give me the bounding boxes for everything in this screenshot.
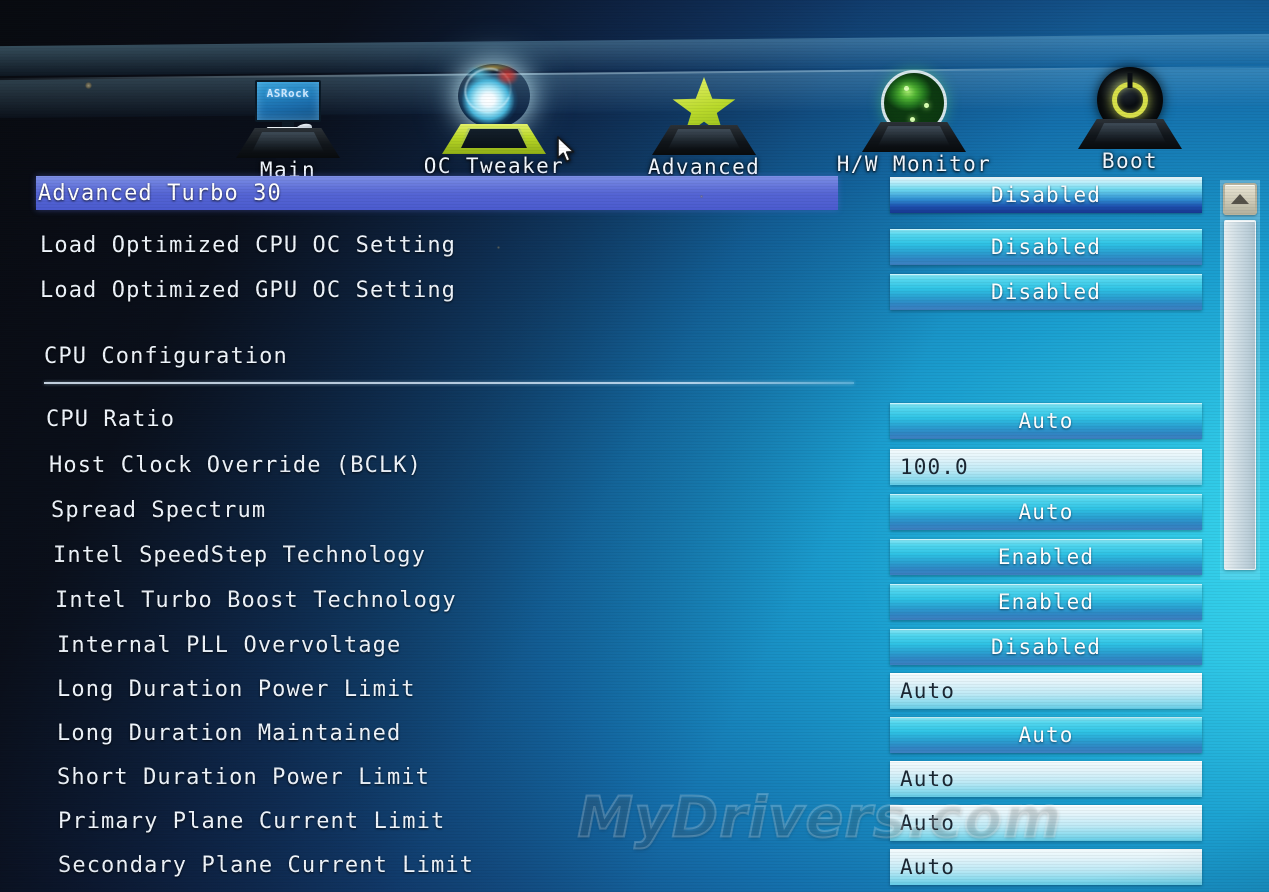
setting-input-primary-plane-current-limit[interactable]: Auto	[890, 805, 1202, 841]
scroll-up-button[interactable]	[1223, 183, 1257, 215]
bios-setup-screen: ASRock Main OC Tweaker Advanced H/W Moni…	[0, 0, 1269, 892]
setting-input-host-clock-override-bclk[interactable]: 100.0	[890, 449, 1202, 485]
dust-speck	[85, 82, 92, 89]
settings-value-column: Disabled Disabled Disabled Auto 100.0 Auto Ena…	[0, 0, 1269, 892]
setting-dropdown-intel-speedstep-technology[interactable]: Enabled	[890, 539, 1202, 575]
vertical-scrollbar[interactable]	[1220, 180, 1260, 580]
setting-dropdown-spread-spectrum[interactable]: Auto	[890, 494, 1202, 530]
setting-dropdown-cpu-ratio[interactable]: Auto	[890, 403, 1202, 439]
setting-dropdown-advanced-turbo-30[interactable]: Disabled	[890, 177, 1202, 213]
setting-dropdown-long-duration-maintained[interactable]: Auto	[890, 717, 1202, 753]
dust-speck	[700, 195, 703, 198]
scrollbar-thumb[interactable]	[1224, 220, 1256, 570]
setting-dropdown-load-optimized-gpu-oc-setting[interactable]: Disabled	[890, 274, 1202, 310]
setting-dropdown-intel-turbo-boost-technology[interactable]: Enabled	[890, 584, 1202, 620]
dust-speck	[497, 246, 500, 249]
setting-input-secondary-plane-current-limit[interactable]: Auto	[890, 849, 1202, 885]
setting-dropdown-load-optimized-cpu-oc-setting[interactable]: Disabled	[890, 229, 1202, 265]
setting-input-long-duration-power-limit[interactable]: Auto	[890, 673, 1202, 709]
triangle-up-icon	[1231, 194, 1249, 204]
setting-input-short-duration-power-limit[interactable]: Auto	[890, 761, 1202, 797]
setting-dropdown-internal-pll-overvoltage[interactable]: Disabled	[890, 629, 1202, 665]
